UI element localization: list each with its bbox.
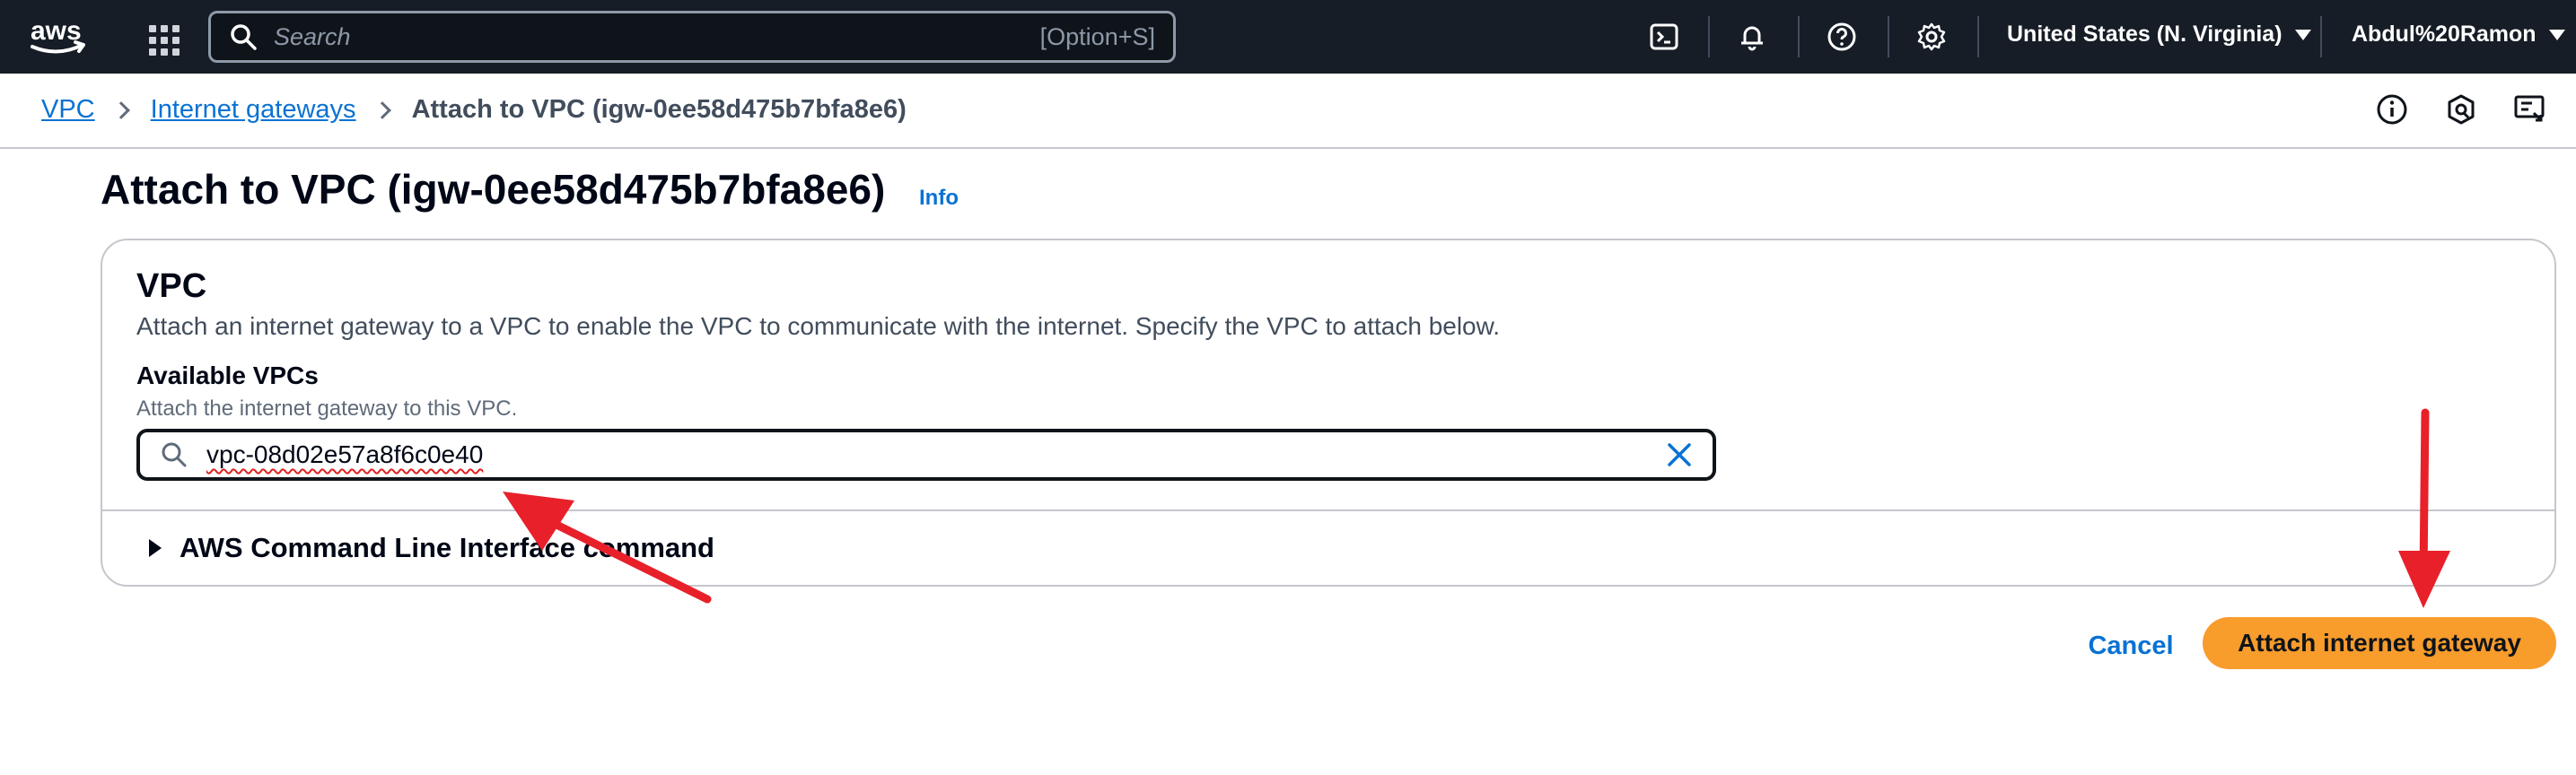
top-navigation: aws Search [Option+S] United States (N. … bbox=[0, 0, 2576, 74]
clear-icon[interactable] bbox=[1666, 441, 1693, 468]
breadcrumb-vpc-link[interactable]: VPC bbox=[41, 95, 95, 125]
caret-right-icon bbox=[149, 539, 162, 557]
container-heading: VPC bbox=[136, 267, 207, 305]
search-icon bbox=[231, 24, 257, 50]
gear-icon[interactable] bbox=[1914, 20, 1949, 54]
breadcrumb: VPC Internet gateways Attach to VPC (igw… bbox=[41, 95, 907, 125]
available-vpcs-input[interactable]: vpc-08d02e57a8f6c0e40 bbox=[136, 429, 1716, 481]
nav-divider bbox=[1798, 16, 1800, 57]
cloudshell-icon[interactable] bbox=[1647, 20, 1681, 54]
info-link[interactable]: Info bbox=[919, 186, 959, 211]
svg-text:aws: aws bbox=[31, 16, 82, 46]
help-icon[interactable] bbox=[1825, 20, 1859, 54]
nav-divider bbox=[1977, 16, 1979, 57]
info-icon[interactable] bbox=[2374, 91, 2410, 127]
expander-label: AWS Command Line Interface command bbox=[180, 532, 714, 563]
vpc-input-value: vpc-08d02e57a8f6c0e40 bbox=[206, 440, 484, 468]
cancel-button[interactable]: Cancel bbox=[2077, 621, 2185, 671]
breadcrumb-current: Attach to VPC (igw-0ee58d475b7bfa8e6) bbox=[411, 95, 907, 124]
nav-divider bbox=[1708, 16, 1710, 57]
region-label: United States (N. Virginia) bbox=[2007, 22, 2282, 47]
feedback-icon[interactable] bbox=[2511, 91, 2547, 127]
container-description: Attach an internet gateway to a VPC to e… bbox=[136, 312, 1501, 340]
chevron-right-icon bbox=[111, 100, 130, 119]
nav-divider bbox=[2320, 16, 2322, 57]
search-icon bbox=[162, 442, 187, 467]
page-title: Attach to VPC (igw-0ee58d475b7bfa8e6) bbox=[101, 166, 886, 213]
section-divider bbox=[102, 509, 2554, 511]
bell-icon[interactable] bbox=[1735, 20, 1769, 54]
available-vpcs-description: Attach the internet gateway to this VPC. bbox=[136, 396, 518, 421]
caret-down-icon bbox=[2294, 29, 2311, 40]
search-placeholder: Search bbox=[274, 22, 351, 50]
caret-down-icon bbox=[2548, 29, 2565, 40]
apps-grid-icon[interactable] bbox=[144, 20, 180, 56]
security-icon[interactable] bbox=[2443, 91, 2479, 127]
aws-logo[interactable]: aws bbox=[27, 13, 90, 59]
breadcrumb-bar: VPC Internet gateways Attach to VPC (igw… bbox=[0, 74, 2576, 149]
global-search-input[interactable]: Search [Option+S] bbox=[208, 11, 1176, 63]
search-shortcut-hint: [Option+S] bbox=[1039, 22, 1155, 50]
attach-internet-gateway-button[interactable]: Attach internet gateway bbox=[2203, 617, 2556, 669]
region-selector[interactable]: United States (N. Virginia) bbox=[2007, 22, 2311, 48]
account-name: Abdul%20Ramon bbox=[2352, 22, 2537, 47]
cli-command-expander[interactable]: AWS Command Line Interface command bbox=[149, 532, 714, 564]
available-vpcs-label: Available VPCs bbox=[136, 361, 319, 389]
nav-divider bbox=[1888, 16, 1889, 57]
breadcrumb-internet-gateways-link[interactable]: Internet gateways bbox=[151, 95, 356, 125]
account-menu[interactable]: Abdul%20Ramon bbox=[2352, 22, 2565, 48]
chevron-right-icon bbox=[372, 100, 391, 119]
